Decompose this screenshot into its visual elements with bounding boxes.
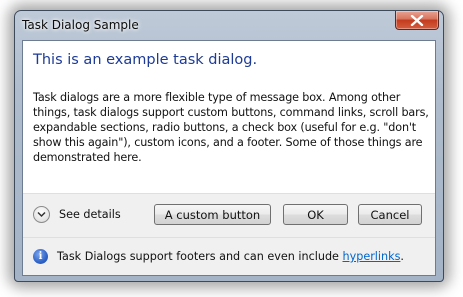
footer-message: Task Dialogs support footers and can eve… — [57, 250, 343, 263]
cancel-button[interactable]: Cancel — [358, 204, 422, 225]
close-button[interactable] — [395, 11, 439, 30]
title-bar[interactable]: Task Dialog Sample — [15, 11, 443, 39]
window-title: Task Dialog Sample — [22, 18, 139, 32]
chevron-down-icon[interactable] — [33, 206, 50, 223]
content-text: Task dialogs are a more flexible type of… — [33, 91, 429, 164]
task-dialog-window: Task Dialog Sample This is an example ta… — [14, 10, 444, 282]
footer-area: i Task Dialogs support footers and can e… — [23, 237, 435, 275]
footer-row: i Task Dialogs support footers and can e… — [33, 249, 404, 264]
dialog-client-area: This is an example task dialog. Task dia… — [22, 40, 436, 276]
hyperlinks-link[interactable]: hyperlinks — [343, 250, 401, 263]
see-details-label[interactable]: See details — [59, 208, 121, 221]
main-panel: This is an example task dialog. Task dia… — [23, 41, 435, 193]
main-instruction: This is an example task dialog. — [33, 52, 258, 68]
close-icon — [410, 14, 424, 26]
chevron-glyph — [37, 211, 46, 218]
custom-button[interactable]: A custom button — [154, 204, 271, 225]
button-bar: See details A custom button OK Cancel — [23, 193, 435, 237]
footer-suffix: . — [400, 250, 404, 263]
ok-button[interactable]: OK — [283, 204, 348, 225]
info-icon: i — [33, 249, 48, 264]
see-details-toggle[interactable]: See details — [33, 206, 121, 223]
footer-text: Task Dialogs support footers and can eve… — [57, 250, 404, 263]
